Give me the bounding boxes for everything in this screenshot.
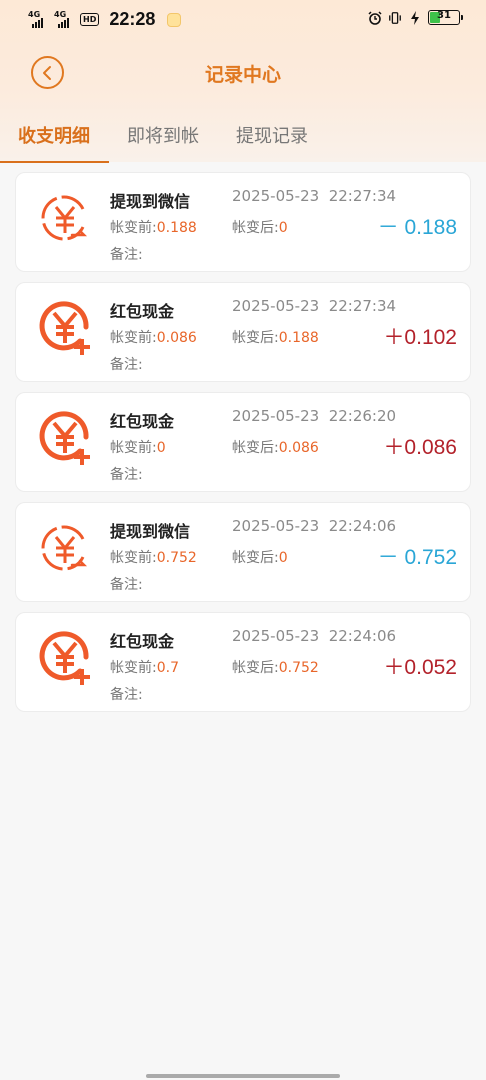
balance-before: 帐变前:0.7 — [110, 660, 179, 676]
balance-before: 帐变前:0.188 — [110, 220, 197, 236]
charging-icon — [411, 10, 419, 25]
record-amount: ＋0.052 — [383, 656, 457, 679]
record-time: 2025-05-23 22:27:34 — [232, 187, 397, 205]
record-title: 红包现金 — [110, 302, 175, 321]
record-amount: － 0.188 — [377, 216, 457, 239]
balance-after: 帐变后:0 — [232, 550, 288, 566]
tab-withdraw-records[interactable]: 提现记录 — [236, 122, 308, 148]
record-time: 2025-05-23 22:27:34 — [232, 297, 397, 315]
record-list: 提现到微信 2025-05-23 22:27:34 帐变前:0.188 帐变后:… — [15, 172, 471, 722]
cash-income-icon — [39, 631, 90, 685]
record-card[interactable]: 提现到微信 2025-05-23 22:24:06 帐变前:0.752 帐变后:… — [15, 502, 471, 602]
cash-income-icon — [39, 411, 90, 465]
active-tab-indicator — [0, 161, 109, 163]
record-note: 备注: — [110, 687, 143, 703]
record-note: 备注: — [110, 357, 143, 373]
balance-after: 帐变后:0.086 — [232, 440, 319, 456]
record-amount: ＋0.086 — [383, 436, 457, 459]
record-note: 备注: — [110, 467, 143, 483]
record-card[interactable]: 红包现金 2025-05-23 22:26:20 帐变前:0 帐变后:0.086… — [15, 392, 471, 492]
tab-income-expense[interactable]: 收支明细 — [18, 122, 90, 148]
withdraw-icon — [41, 525, 88, 571]
balance-before: 帐变前:0.752 — [110, 550, 197, 566]
balance-before: 帐变前:0.086 — [110, 330, 197, 346]
app-notification-icon — [167, 12, 182, 27]
page-title: 记录中心 — [204, 64, 281, 86]
record-title: 红包现金 — [110, 632, 175, 651]
balance-after: 帐变后:0.188 — [232, 330, 319, 346]
record-title: 提现到微信 — [110, 522, 191, 541]
record-card[interactable]: 红包现金 2025-05-23 22:24:06 帐变前:0.7 帐变后:0.7… — [15, 612, 471, 712]
alarm-icon — [368, 10, 382, 25]
record-note: 备注: — [110, 577, 143, 593]
record-time: 2025-05-23 22:24:06 — [232, 517, 397, 535]
battery-icon: 31 — [428, 10, 463, 25]
hd-badge: HD — [80, 13, 100, 26]
record-card[interactable]: 红包现金 2025-05-23 22:27:34 帐变前:0.086 帐变后:0… — [15, 282, 471, 382]
withdraw-icon — [41, 195, 88, 241]
record-card[interactable]: 提现到微信 2025-05-23 22:27:34 帐变前:0.188 帐变后:… — [15, 172, 471, 272]
cell-signal-icon: 4G — [28, 10, 48, 28]
status-bar: 4G 4G HD 22:28 31 — [0, 0, 486, 38]
cash-income-icon — [39, 301, 90, 355]
home-indicator[interactable] — [146, 1074, 340, 1078]
record-note: 备注: — [110, 247, 143, 263]
balance-after: 帐变后:0.752 — [232, 660, 319, 676]
record-title: 红包现金 — [110, 412, 175, 431]
status-time: 22:28 — [109, 9, 156, 29]
cell-signal-icon: 4G — [54, 10, 74, 28]
record-amount: ＋0.102 — [383, 326, 457, 349]
tab-pending[interactable]: 即将到帐 — [127, 122, 199, 148]
record-title: 提现到微信 — [110, 192, 191, 211]
tab-bar: 收支明细 即将到帐 提现记录 — [0, 118, 486, 164]
balance-before: 帐变前:0 — [110, 440, 166, 456]
record-time: 2025-05-23 22:26:20 — [232, 407, 397, 425]
record-amount: － 0.752 — [377, 546, 457, 569]
balance-after: 帐变后:0 — [232, 220, 288, 236]
vibrate-icon — [389, 11, 401, 24]
record-time: 2025-05-23 22:24:06 — [232, 627, 397, 645]
